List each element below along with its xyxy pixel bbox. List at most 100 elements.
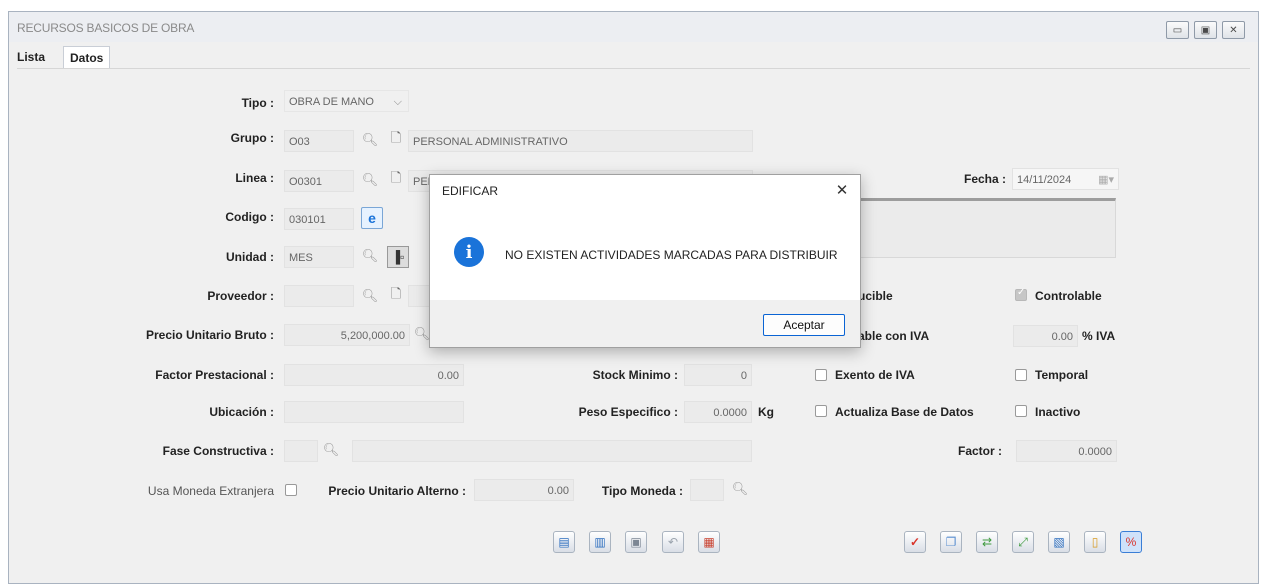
- grupo-label: Grupo :: [230, 131, 274, 145]
- temporal-label: Temporal: [1035, 368, 1089, 382]
- save-button[interactable]: ▣: [625, 531, 647, 553]
- save-icon: ▣: [630, 535, 642, 549]
- search-icon[interactable]: 🔍︎: [361, 287, 379, 305]
- new-icon: ▤: [558, 535, 570, 549]
- chevron-down-icon: ⌵: [393, 96, 402, 108]
- search-icon[interactable]: 🔍︎: [731, 480, 749, 498]
- controlable-checkbox[interactable]: [1015, 287, 1027, 301]
- exit-button[interactable]: %: [1120, 531, 1142, 553]
- ubicacion-field[interactable]: [284, 401, 464, 423]
- temporal-checkbox[interactable]: [1015, 369, 1027, 381]
- peso-especifico-label: Peso Especifico :: [578, 405, 678, 419]
- search-icon[interactable]: 🔍︎: [361, 171, 379, 189]
- copy-icon: ❐: [945, 535, 957, 549]
- minimize-button[interactable]: ▭: [1166, 21, 1189, 39]
- tipo-value: OBRA DE MANO: [289, 96, 374, 108]
- document-icon[interactable]: 🗋: [387, 130, 405, 149]
- expand-icon: ⤢: [1018, 534, 1028, 549]
- title-bar: RECURSOS BASICOS DE OBRA ▭ ▣ ✕: [9, 12, 1258, 42]
- delete-button[interactable]: ▧: [1048, 531, 1070, 553]
- deducible-label: ucible: [858, 289, 893, 303]
- edit-button[interactable]: ▥: [589, 531, 611, 553]
- refresh-icon: ⇄: [981, 535, 993, 549]
- tipo-select[interactable]: OBRA DE MANO ⌵: [284, 90, 409, 112]
- grupo-code-field[interactable]: O03: [284, 130, 354, 152]
- linea-label: Linea :: [235, 171, 274, 185]
- precio-bruto-field[interactable]: 5,200,000.00: [284, 324, 410, 346]
- fecha-field[interactable]: 14/11/2024 ▦▾: [1012, 168, 1119, 190]
- tab-bar: Lista Datos: [9, 46, 1258, 68]
- copy-button[interactable]: ❐: [940, 531, 962, 553]
- gravable-label: able con IVA: [858, 329, 930, 343]
- stock-minimo-field[interactable]: 0: [684, 364, 752, 386]
- new-button[interactable]: ▤: [553, 531, 575, 553]
- search-icon[interactable]: 🔍︎: [361, 131, 379, 149]
- unidad-label: Unidad :: [226, 250, 274, 264]
- tipo-label: Tipo :: [241, 96, 274, 110]
- report-button[interactable]: ▦: [698, 531, 720, 553]
- tab-lista[interactable]: Lista: [17, 46, 45, 68]
- inactivo-checkbox[interactable]: [1015, 405, 1027, 417]
- accept-button[interactable]: Aceptar: [763, 314, 845, 336]
- factor-field[interactable]: 0.0000: [1016, 440, 1117, 462]
- calendar-icon[interactable]: ▦▾: [1098, 169, 1114, 189]
- precio-alterno-label: Precio Unitario Alterno :: [328, 484, 466, 498]
- fase-desc-field: [352, 440, 752, 462]
- edit-icon: ▥: [594, 535, 606, 549]
- peso-especifico-field[interactable]: 0.0000: [684, 401, 752, 423]
- clipboard-button[interactable]: ▯: [1084, 531, 1106, 553]
- iva-field[interactable]: 0.00: [1013, 325, 1078, 347]
- tab-datos[interactable]: Datos: [63, 46, 111, 68]
- tipo-moneda-field[interactable]: [690, 479, 724, 501]
- actualiza-base-checkbox[interactable]: [815, 405, 827, 417]
- dialog-footer: Aceptar: [430, 300, 860, 347]
- document-icon[interactable]: 🗋: [387, 286, 405, 305]
- search-icon[interactable]: 🔍︎: [361, 247, 379, 265]
- description-memo[interactable]: [846, 198, 1116, 258]
- document-icon[interactable]: 🗋: [387, 170, 405, 189]
- exento-iva-checkbox[interactable]: [815, 369, 827, 381]
- message-dialog: EDIFICAR ✕ i NO EXISTEN ACTIVIDADES MARC…: [429, 174, 861, 348]
- usa-moneda-checkbox[interactable]: [285, 484, 297, 496]
- controlable-label: Controlable: [1035, 289, 1102, 303]
- delete-icon: ▧: [1053, 535, 1065, 549]
- fase-label: Fase Constructiva :: [162, 444, 274, 458]
- expand-button[interactable]: ⤢: [1012, 531, 1034, 553]
- iva-label: % IVA: [1082, 329, 1116, 343]
- tipo-moneda-label: Tipo Moneda :: [601, 484, 683, 498]
- grupo-desc-field: PERSONAL ADMINISTRATIVO: [408, 130, 753, 152]
- search-icon[interactable]: 🔍︎: [322, 441, 340, 459]
- proveedor-label: Proveedor :: [207, 289, 274, 303]
- close-window-button[interactable]: ✕: [1222, 21, 1245, 39]
- codigo-label: Codigo :: [225, 210, 274, 224]
- factor-prestacional-field[interactable]: 0.00: [284, 364, 464, 386]
- refresh-button[interactable]: ⇄: [976, 531, 998, 553]
- dialog-title: EDIFICAR: [442, 184, 499, 198]
- precio-alterno-field[interactable]: 0.00: [474, 479, 574, 501]
- fecha-label: Fecha :: [963, 172, 1006, 186]
- clipboard-icon: ▯: [1091, 535, 1099, 549]
- check-icon: ✓: [909, 535, 921, 549]
- undo-icon: ↶: [667, 535, 679, 549]
- exit-icon: %: [1125, 535, 1137, 549]
- linea-code-field[interactable]: O0301: [284, 170, 354, 192]
- codigo-field[interactable]: 030101: [284, 208, 354, 230]
- minimize-icon: ▭: [1172, 24, 1183, 36]
- exento-iva-label: Exento de IVA: [835, 368, 915, 382]
- dialog-close-icon[interactable]: ✕: [830, 178, 854, 202]
- factor-label: Factor :: [957, 444, 1002, 458]
- restore-button[interactable]: ▣: [1194, 21, 1217, 39]
- usa-moneda-label: Usa Moneda Extranjera: [147, 484, 274, 498]
- confirm-button[interactable]: ✓: [904, 531, 926, 553]
- report-icon: ▦: [703, 535, 715, 549]
- actualiza-base-label: Actualiza Base de Datos: [835, 405, 974, 419]
- stock-minimo-label: Stock Minimo :: [592, 368, 678, 382]
- browser-icon[interactable]: e: [361, 207, 383, 229]
- unidad-field[interactable]: MES: [284, 246, 354, 268]
- fase-code-field[interactable]: [284, 440, 318, 462]
- calculator-icon[interactable]: ▐▫: [387, 246, 409, 268]
- restore-icon: ▣: [1200, 24, 1211, 36]
- proveedor-code-field[interactable]: [284, 285, 354, 307]
- dialog-message: NO EXISTEN ACTIVIDADES MARCADAS PARA DIS…: [505, 248, 838, 262]
- undo-button[interactable]: ↶: [662, 531, 684, 553]
